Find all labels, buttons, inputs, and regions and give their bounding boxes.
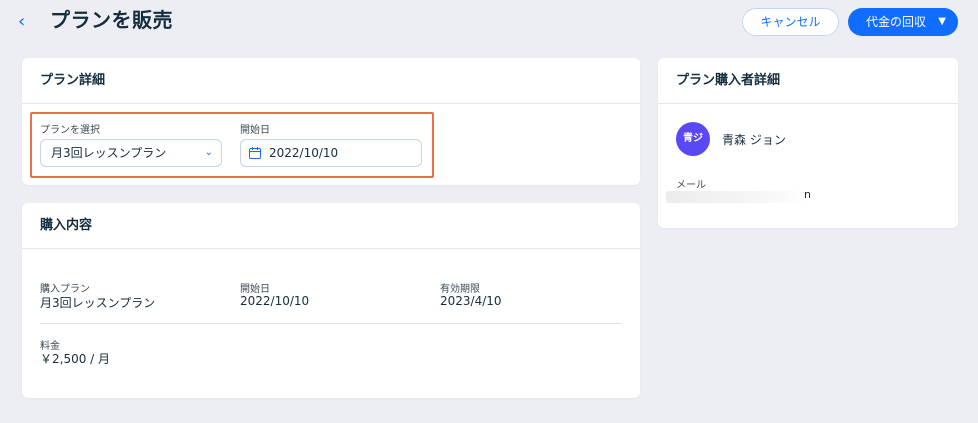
purchase-start-value: 2022/10/10 [240, 294, 310, 308]
purchase-start-label: 開始日 [240, 284, 270, 295]
chevron-down-icon: ▼ [938, 16, 946, 27]
plan-select-label: プランを選択 [40, 125, 100, 136]
purchase-plan-value: 月3回レッスンプラン [40, 296, 156, 310]
top-bar: ‹ プランを販売 キャンセル 代金の回収 ▼ [0, 0, 978, 44]
avatar: 青ジ [676, 122, 710, 156]
back-chevron-icon[interactable]: ‹ [18, 12, 34, 32]
plan-select-dropdown[interactable]: 月3回レッスンプラン ⌄ [40, 139, 222, 167]
start-date-input[interactable]: 2022/10/10 [240, 139, 422, 167]
email-value-redacted [666, 191, 808, 203]
plan-details-title: プラン詳細 [22, 58, 640, 104]
plan-select-value: 月3回レッスンプラン [51, 146, 167, 160]
buyer-details-title: プラン購入者詳細 [658, 58, 958, 104]
start-date-label: 開始日 [240, 125, 270, 136]
chevron-down-icon: ⌄ [204, 147, 213, 158]
purchase-expiry-label: 有効期限 [440, 284, 480, 295]
start-date-value: 2022/10/10 [269, 146, 339, 160]
cancel-button[interactable]: キャンセル [742, 8, 839, 36]
divider [40, 323, 622, 324]
calendar-icon [249, 147, 261, 159]
collect-payment-button[interactable]: 代金の回収 ▼ [848, 8, 958, 36]
collect-payment-label: 代金の回収 [866, 15, 927, 29]
fee-value: ￥2,500 / 月 [40, 352, 111, 366]
purchase-expiry-value: 2023/4/10 [440, 294, 502, 308]
purchase-content-title: 購入内容 [22, 203, 640, 249]
email-value-tail: n [804, 188, 811, 201]
buyer-name: 青森 ジョン [722, 133, 786, 147]
page-title: プランを販売 [50, 8, 173, 32]
purchase-plan-label: 購入プラン [40, 284, 90, 295]
email-label: メール [676, 180, 706, 191]
